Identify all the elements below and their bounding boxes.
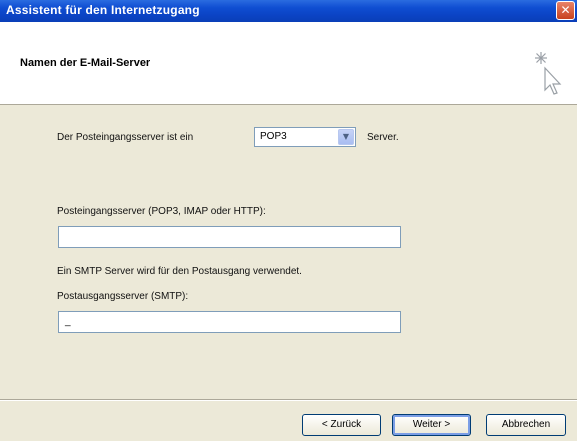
wizard-header: Namen der E-Mail-Server xyxy=(0,22,577,105)
page-title: Namen der E-Mail-Server xyxy=(20,57,151,69)
outgoing-server-field[interactable]: _ xyxy=(58,311,401,333)
incoming-type-value: POP3 xyxy=(260,131,287,142)
incoming-server-field[interactable] xyxy=(58,226,401,248)
outgoing-server-label: Postausgangsserver (SMTP): xyxy=(57,291,189,302)
incoming-type-select[interactable]: POP3 ▼ xyxy=(254,127,356,147)
window-title: Assistent für den Internetzugang xyxy=(6,3,200,17)
incoming-type-suffix: Server. xyxy=(367,132,399,143)
outgoing-server-value: _ xyxy=(65,316,71,327)
incoming-server-label: Posteingangsserver (POP3, IMAP oder HTTP… xyxy=(57,206,266,217)
close-button[interactable]: ✕ xyxy=(556,1,575,20)
cursor-sparkle-icon xyxy=(535,52,562,95)
cancel-button[interactable]: Abbrechen xyxy=(486,414,566,436)
next-button[interactable]: Weiter > xyxy=(392,414,471,436)
footer-divider xyxy=(0,399,577,401)
chevron-down-icon[interactable]: ▼ xyxy=(338,129,354,145)
back-button[interactable]: < Zurück xyxy=(302,414,381,436)
title-bar[interactable]: Assistent für den Internetzugang ✕ xyxy=(0,0,577,22)
incoming-type-label: Der Posteingangsserver ist ein xyxy=(57,132,194,143)
smtp-info-text: Ein SMTP Server wird für den Postausgang… xyxy=(57,266,302,277)
close-icon: ✕ xyxy=(560,3,571,17)
wizard-window: Assistent für den Internetzugang ✕ Namen… xyxy=(0,0,577,441)
